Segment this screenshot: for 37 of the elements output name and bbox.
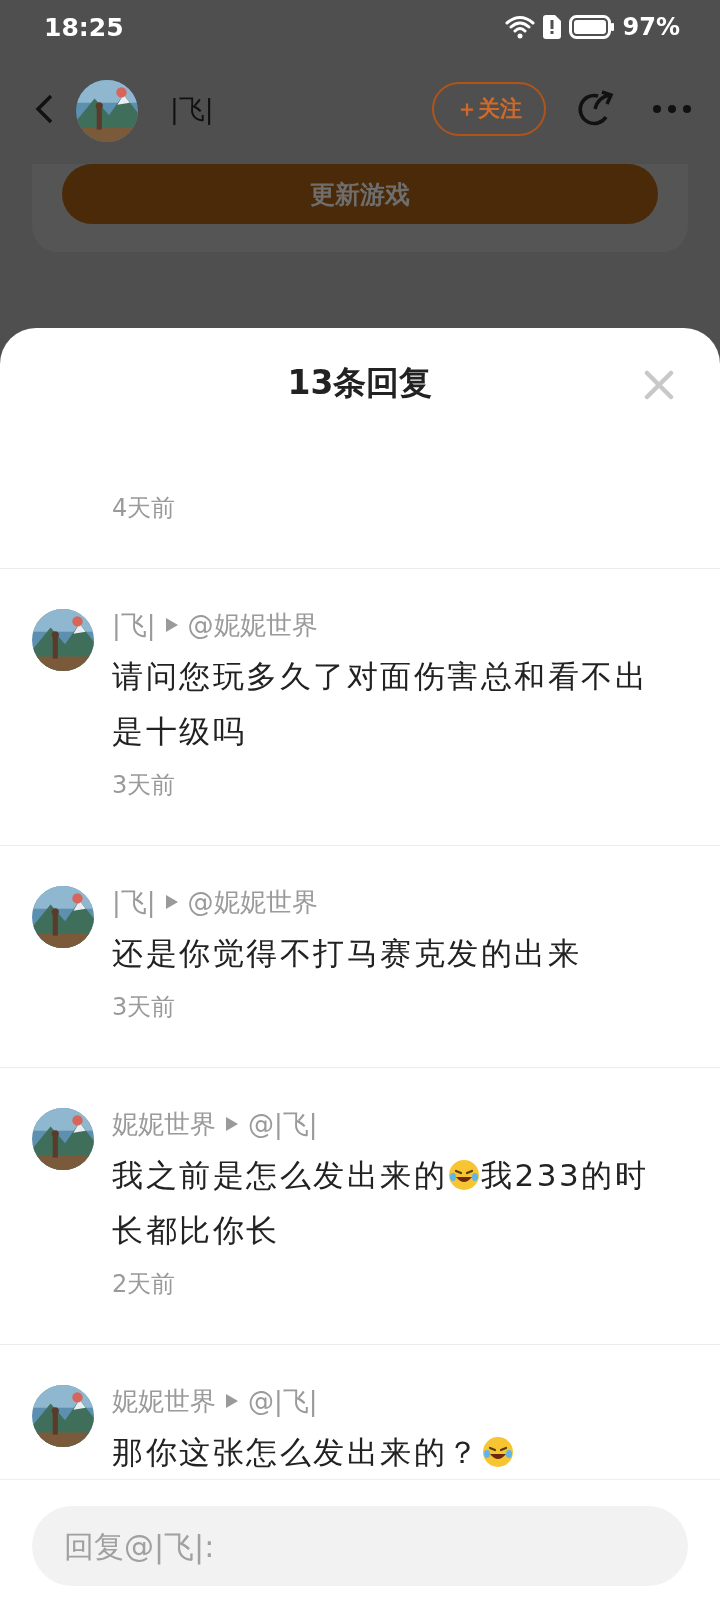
reply-time: 4天前 [112,494,176,522]
reply-arrow-icon [226,1117,238,1131]
battery-percent: 97% [622,13,680,41]
username: |飞| [170,92,215,127]
reply-target: @|飞| [248,1107,318,1142]
reply-text: 长都比你长 [112,1212,280,1248]
laughing-emoji-icon [448,1159,480,1191]
battery-icon [568,15,615,39]
update-game-button[interactable]: 更新游戏 [62,164,658,224]
reply-time: 2天前 [112,1270,176,1298]
reply-author: 妮妮世界 [112,1107,216,1141]
reply-author: 妮妮世界 [112,1384,216,1418]
reply-text: 还是你觉得不打马赛克发的出来 [112,935,581,971]
reply-arrow-icon [165,618,178,632]
wifi-icon [504,15,535,39]
reply-text: 那你这张怎么发出来的？ [112,1434,481,1470]
reply-author: |飞| [112,608,156,643]
reply-arrow-icon [165,895,178,909]
laughing-emoji-icon [481,1436,514,1468]
status-time: 18:25 [44,12,125,42]
reply-target: @妮妮世界 [187,608,318,642]
close-icon[interactable] [644,370,674,400]
reply-text: 我之前是怎么发出来的 [112,1157,447,1193]
reply-text: 请问您玩多久了对面伤害总和看不出是十级吗 [112,658,648,749]
more-icon[interactable] [652,104,692,114]
reply-target: @妮妮世界 [187,885,318,919]
reply-target: @|飞| [248,1384,318,1419]
follow-button[interactable]: ＋关注 [432,82,546,136]
sim-alert-icon [542,15,561,39]
back-icon[interactable] [34,93,54,125]
reply-arrow-icon [226,1394,238,1408]
reply-input[interactable]: 回复@|飞|: [32,1506,688,1586]
sheet-title: 13条回复 [287,361,433,404]
reply-text: 我233的时 [481,1157,649,1193]
reply-author: |飞| [112,885,156,920]
reply-time: 3天前 [112,771,176,799]
reply-time: 3天前 [112,993,176,1021]
